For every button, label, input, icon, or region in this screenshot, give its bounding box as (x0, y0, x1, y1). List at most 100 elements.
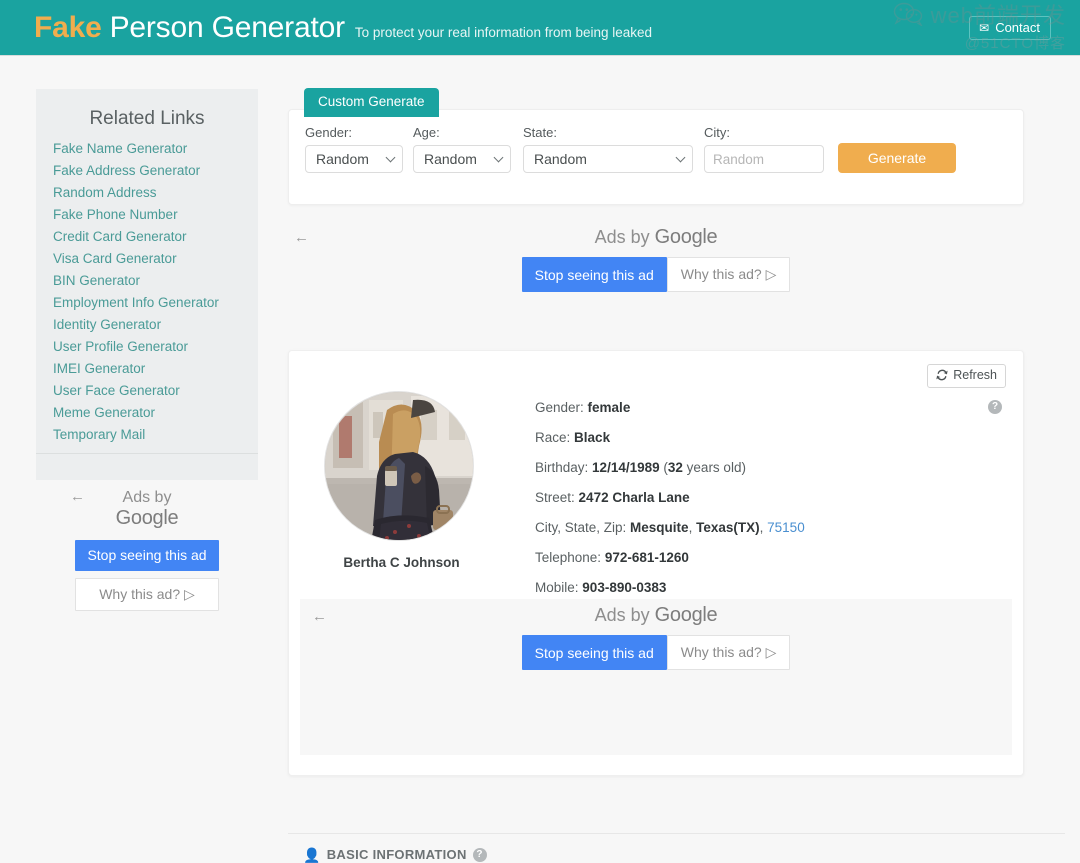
sidebar-divider (36, 453, 258, 454)
city-label: City: (704, 125, 730, 140)
ads-by-text: Ads by (594, 227, 650, 247)
inner-ad-block: ← Ads by Google Stop seeing this ad Why … (300, 599, 1012, 755)
top-ads-by-google-label: Ads by Google (288, 222, 1024, 249)
sidebar-item-user-face-generator[interactable]: User Face Generator (36, 380, 258, 402)
info-row-street: Street: 2472 Charla Lane (535, 483, 955, 513)
telephone-field-label: Telephone: (535, 550, 602, 565)
refresh-icon (936, 369, 948, 381)
sidebar-item-temporary-mail[interactable]: Temporary Mail (36, 424, 258, 446)
age-select-wrap: Random (413, 145, 511, 173)
inner-stop-seeing-ad-button[interactable]: Stop seeing this ad (521, 635, 667, 670)
site-tagline: To protect your real information from be… (354, 24, 653, 40)
sidebar-item-bin-generator[interactable]: BIN Generator (36, 270, 258, 292)
gender-field-label: Gender: (535, 400, 584, 415)
envelope-icon: ✉ (979, 20, 990, 35)
avatar (324, 391, 474, 541)
state-select[interactable]: Random (523, 145, 693, 173)
top-ad-block: ← Ads by Google Stop seeing this ad Why … (288, 222, 1024, 344)
basic-information-heading: 👤 BASIC INFORMATION ? (303, 847, 487, 862)
sidebar-item-identity-generator[interactable]: Identity Generator (36, 314, 258, 336)
street-field-value: 2472 Charla Lane (578, 490, 690, 505)
mobile-field-label: Mobile: (535, 580, 579, 595)
google-wordmark: Google (654, 226, 718, 248)
csz-field-label: City, State, Zip: (535, 520, 627, 535)
mobile-field-value: 903-890-0383 (582, 580, 667, 595)
person-info-list: Gender: female Race: Black Birthday: 12/… (535, 393, 955, 603)
sidebar-item-user-profile-generator[interactable]: User Profile Generator (36, 336, 258, 358)
sidebar-stop-seeing-ad-button[interactable]: Stop seeing this ad (75, 540, 219, 571)
gender-field: Gender: Random (305, 125, 403, 173)
inner-why-this-ad-button[interactable]: Why this ad? ▷ (666, 635, 791, 670)
sidebar-item-fake-address-generator[interactable]: Fake Address Generator (36, 160, 258, 182)
gender-select-wrap: Random (305, 145, 403, 173)
person-name: Bertha C Johnson (343, 555, 460, 570)
gender-select[interactable]: Random (305, 145, 403, 173)
related-links-title: Related Links (89, 108, 205, 129)
ads-by-text: Ads by (122, 489, 172, 506)
race-field-value: Black (574, 430, 611, 445)
sidebar-item-credit-card-generator[interactable]: Credit Card Generator (36, 226, 258, 248)
info-row-gender: Gender: female (535, 393, 955, 423)
inner-ads-by-google-label: Ads by Google (300, 599, 1012, 627)
state-field: State: Random (523, 125, 693, 173)
state-select-wrap: Random (523, 145, 693, 173)
ad-back-arrow-icon[interactable]: ← (294, 230, 309, 245)
person-icon: 👤 (303, 846, 321, 863)
top-ad-buttons: Stop seeing this ad Why this ad? ▷ (288, 257, 1024, 292)
birthday-age-number: 32 (667, 460, 683, 475)
google-wordmark: Google (654, 604, 718, 626)
sidebar-item-visa-card-generator[interactable]: Visa Card Generator (36, 248, 258, 270)
csz-city-link[interactable]: Mesquite (630, 520, 689, 535)
custom-generate-card: Custom Generate Gender: Random Age: Rand… (288, 88, 1024, 205)
google-wordmark: Google (115, 507, 179, 529)
age-label: Age: (413, 125, 440, 140)
telephone-field-value: 972-681-1260 (604, 550, 689, 565)
sidebar-ad-block: ← Ads by Google Stop seeing this ad Why … (36, 480, 258, 611)
question-circle-icon[interactable]: ? (472, 847, 487, 862)
info-row-telephone: Telephone: 972-681-1260 (535, 543, 955, 573)
basic-information-separator (288, 833, 1065, 834)
street-field-label: Street: (535, 490, 575, 505)
ad-back-arrow-icon[interactable]: ← (70, 489, 85, 504)
csz-state-value: Texas(TX) (696, 520, 760, 535)
sidebar-item-random-address[interactable]: Random Address (36, 182, 258, 204)
avatar-column: Bertha C Johnson (324, 391, 479, 570)
race-field-label: Race: (535, 430, 571, 445)
user-photo-icon (325, 392, 473, 540)
main-content: Custom Generate Gender: Random Age: Rand… (288, 86, 1024, 776)
sidebar-item-fake-phone-number[interactable]: Fake Phone Number (36, 204, 258, 226)
sidebar-item-employment-info-generator[interactable]: Employment Info Generator (36, 292, 258, 314)
person-result-card: Refresh ? Bertha C Johnson Gender: femal… (288, 350, 1024, 776)
birthday-field-label: Birthday: (535, 460, 589, 475)
age-select[interactable]: Random (413, 145, 511, 173)
birthday-field-value: 12/14/1989 (592, 460, 660, 475)
csz-zip-link[interactable]: 75150 (767, 520, 805, 535)
ads-by-text: Ads by (594, 605, 650, 625)
csz-comma-2: , (759, 520, 764, 535)
site-header: Fake Person Generator To protect your re… (0, 0, 1080, 56)
sidebar-item-imei-generator[interactable]: IMEI Generator (36, 358, 258, 380)
site-logo[interactable]: Fake Person Generator To protect your re… (34, 11, 652, 45)
gender-label: Gender: (305, 125, 352, 140)
generate-button[interactable]: Generate (838, 143, 956, 173)
tab-custom-generate[interactable]: Custom Generate (304, 88, 439, 117)
basic-information-title: BASIC INFORMATION (326, 847, 467, 862)
question-circle-icon[interactable]: ? (988, 400, 1002, 414)
top-stop-seeing-ad-button[interactable]: Stop seeing this ad (521, 257, 667, 292)
birthday-age-suffix: years old) (682, 460, 746, 475)
age-field: Age: Random (413, 125, 511, 173)
generate-form-row: Gender: Random Age: Random State: Random… (305, 125, 1011, 173)
refresh-button[interactable]: Refresh (927, 364, 1006, 388)
info-row-city-state-zip: City, State, Zip: Mesquite, Texas(TX), 7… (535, 513, 955, 543)
inner-ad-buttons: Stop seeing this ad Why this ad? ▷ (300, 635, 1012, 670)
sidebar-why-this-ad-button[interactable]: Why this ad? ▷ (75, 578, 219, 611)
sidebar-item-meme-generator[interactable]: Meme Generator (36, 402, 258, 424)
info-row-birthday: Birthday: 12/14/1989 (32 years old) (535, 453, 955, 483)
top-why-this-ad-button[interactable]: Why this ad? ▷ (666, 257, 791, 292)
sidebar-item-fake-name-generator[interactable]: Fake Name Generator (36, 138, 258, 160)
contact-button-label: Contact (995, 20, 1040, 35)
city-input[interactable] (704, 145, 824, 173)
related-links-panel: Related Links Fake Name Generator Fake A… (36, 89, 258, 464)
ad-back-arrow-icon[interactable]: ← (312, 609, 327, 624)
contact-button[interactable]: ✉ Contact (969, 16, 1051, 40)
